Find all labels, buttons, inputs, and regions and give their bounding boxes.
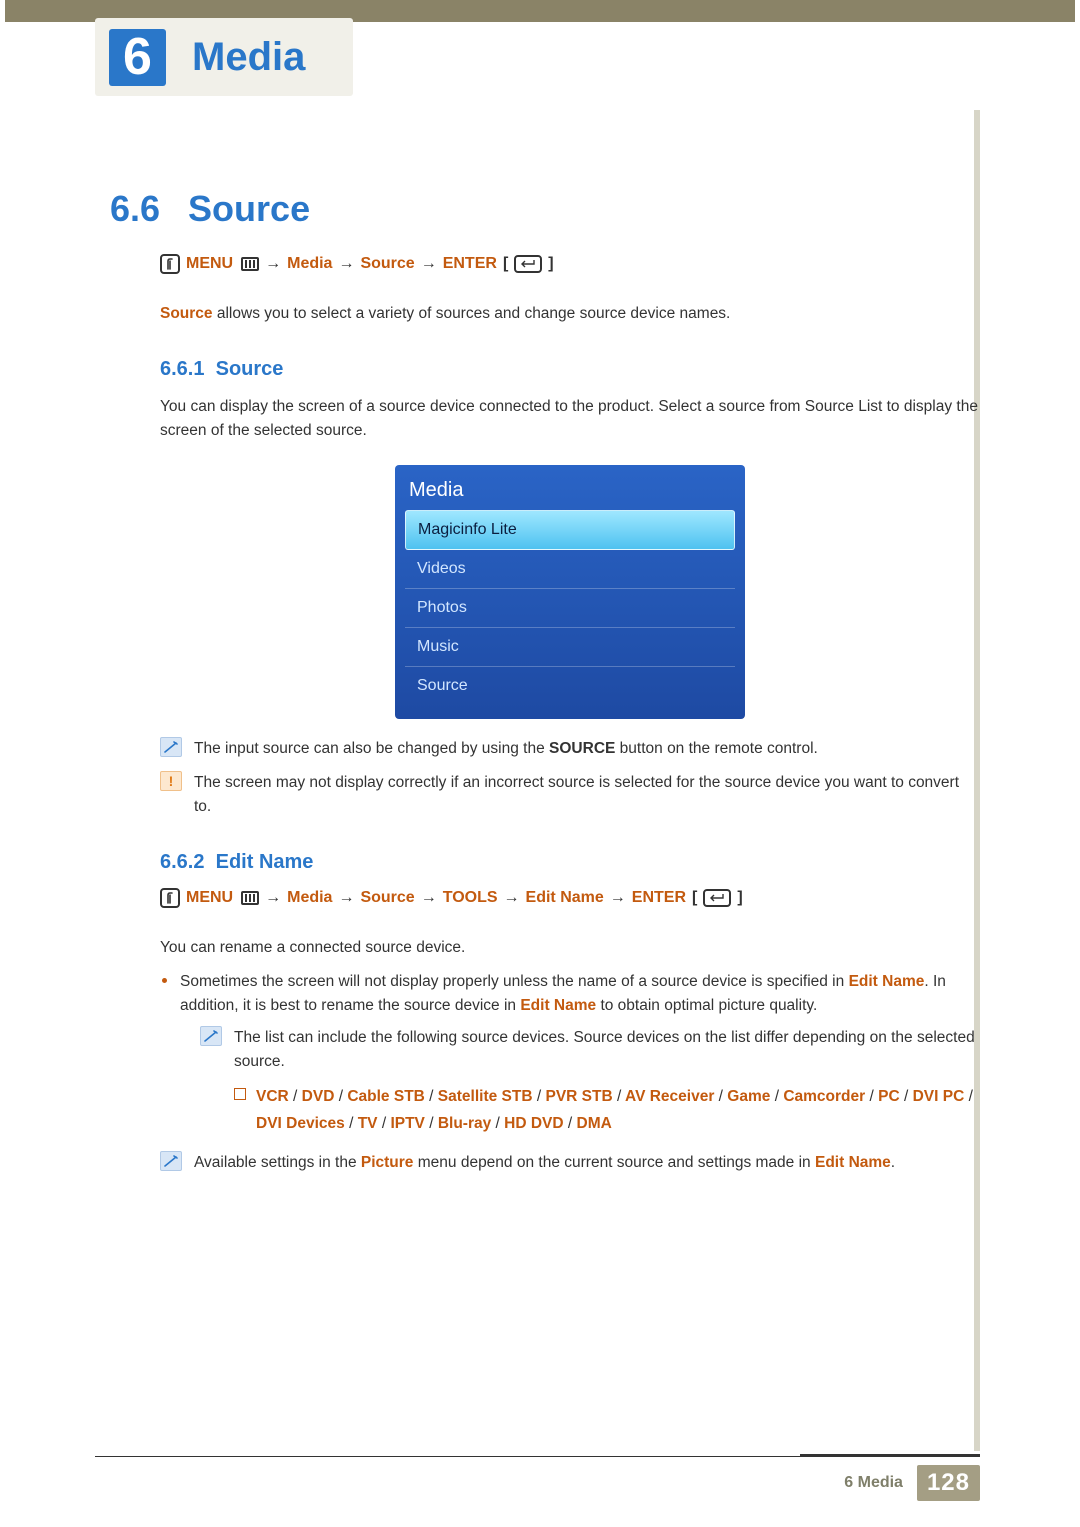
sub2-title: Edit Name [216,851,314,873]
bullet-list: Sometimes the screen will not display pr… [160,970,980,1137]
enter-icon [514,255,542,273]
chapter-title: Media [192,35,305,80]
nav2-source: Source [360,889,414,907]
footer-rule-heavy [800,1454,980,1457]
nav2-edit: Edit Name [526,889,604,907]
n3-mid: menu depend on the current source and se… [413,1154,815,1171]
note3-text: Available settings in the Picture menu d… [194,1151,895,1175]
subheading-1: 6.6.1 Source [160,358,980,381]
menu-item-magicinfo[interactable]: Magicinfo Lite [405,510,735,550]
nav-enter-bracket: ] [737,889,742,907]
b1-pre: Sometimes the screen will not display pr… [180,973,849,990]
bullet-1: Sometimes the screen will not display pr… [180,970,980,1137]
note1-bold: SOURCE [549,740,615,757]
menu-item-source[interactable]: Source [405,667,735,705]
note1-text: The input source can also be changed by … [194,737,818,761]
section-title: Source [188,188,310,230]
warning-icon: ! [160,771,182,791]
nav-path-2: MENU → Media → Source → TOOLS → Edit Nam… [160,888,980,908]
note2-text: The list can include the following sourc… [234,1026,980,1074]
b1-hi1: Edit Name [849,973,925,990]
sub2-number: 6.6.2 [160,851,204,873]
menu-panel-title: Media [405,475,735,510]
b1-hi2: Edit Name [520,997,596,1014]
osd-icon [160,888,180,908]
nav-menu: MENU [186,255,233,273]
note-1: The input source can also be changed by … [160,737,980,761]
nav-source: Source [360,255,414,273]
footer: 6 Media 128 [844,1465,980,1501]
nav-enter: ENTER [443,255,497,273]
section-number: 6.6 [110,188,160,230]
nav2-menu: MENU [186,889,233,907]
menu-item-videos[interactable]: Videos [405,550,735,589]
note-icon [160,1151,182,1171]
footer-label: 6 Media [844,1474,903,1492]
n3-pre: Available settings in the [194,1154,361,1171]
note-2: The list can include the following sourc… [200,1026,980,1074]
menu-icon [241,891,259,905]
enter-icon [703,889,731,907]
warn1-text: The screen may not display correctly if … [194,771,980,819]
nav2-media: Media [287,889,332,907]
top-banner-notch [95,0,140,10]
n3-post: . [891,1154,895,1171]
chapter-number: 6 [109,29,166,86]
intro-rest: allows you to select a variety of source… [213,305,731,322]
nav-enter-bracket: [ [692,889,697,907]
device-list-row: VCR / DVD / Cable STB / Satellite STB / … [234,1084,980,1137]
nav-enter-bracket: [ [503,255,508,273]
nav-path-1: MENU → Media → Source → ENTER [ ] [160,254,980,274]
sub1-title: Source [216,358,284,380]
osd-icon [160,254,180,274]
nav-media: Media [287,255,332,273]
menu-icon [241,257,259,271]
chapter-tab: 6 Media [95,18,353,96]
n3-hi2: Edit Name [815,1154,891,1171]
intro-text: Source allows you to select a variety of… [160,302,980,326]
square-bullet-icon [234,1088,246,1100]
device-list: VCR / DVD / Cable STB / Satellite STB / … [256,1084,980,1137]
para2: You can rename a connected source device… [160,936,980,960]
nav-enter-bracket: ] [548,255,553,273]
page-number: 128 [917,1465,980,1501]
note-icon [160,737,182,757]
note1-post: button on the remote control. [615,740,817,757]
menu-item-photos[interactable]: Photos [405,589,735,628]
subheading-2: 6.6.2 Edit Name [160,851,980,874]
note-3: Available settings in the Picture menu d… [160,1151,980,1175]
media-menu-panel: Media Magicinfo Lite Videos Photos Music… [395,465,745,719]
section-heading: 6.6 Source [110,188,310,230]
note-icon [200,1026,222,1046]
intro-hi: Source [160,305,213,322]
para1: You can display the screen of a source d… [160,395,980,443]
menu-item-music[interactable]: Music [405,628,735,667]
warning-1: ! The screen may not display correctly i… [160,771,980,819]
b1-post: to obtain optimal picture quality. [596,997,817,1014]
nav2-tools: TOOLS [443,889,498,907]
note1-pre: The input source can also be changed by … [194,740,549,757]
n3-hi1: Picture [361,1154,414,1171]
nav2-enter: ENTER [632,889,686,907]
sub1-number: 6.6.1 [160,358,204,380]
